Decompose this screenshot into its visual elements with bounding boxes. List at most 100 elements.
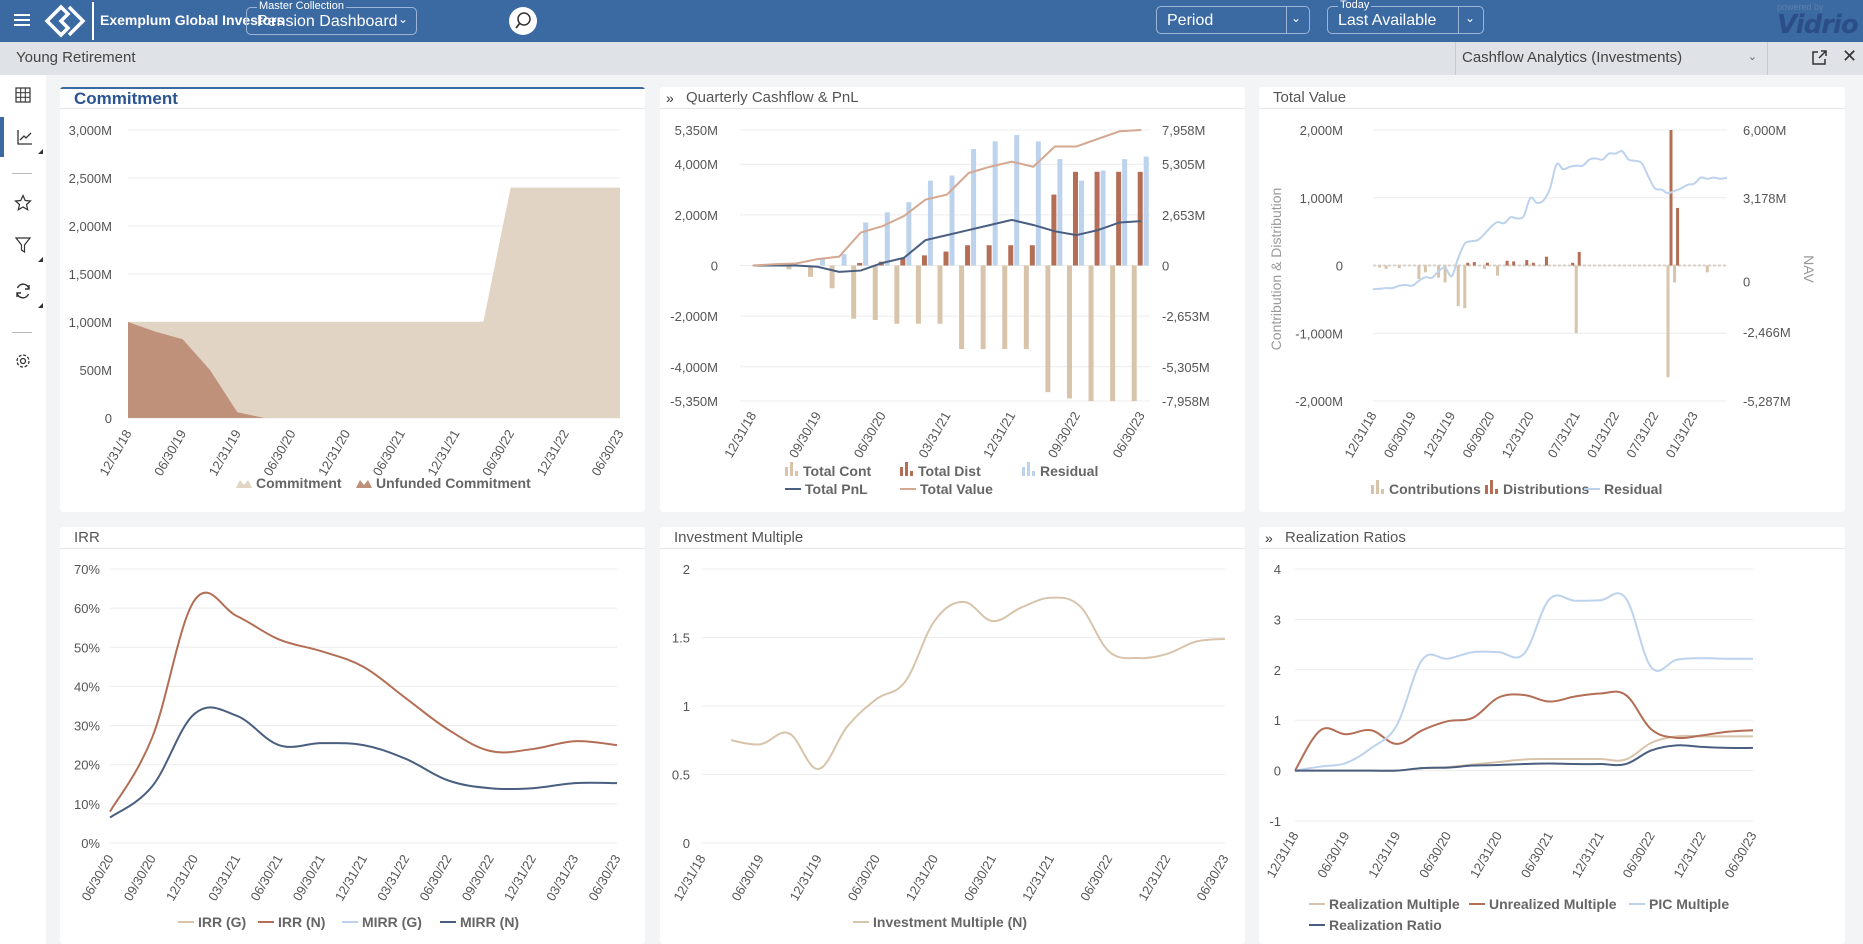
master-collection-select[interactable]: Master Collection Pension Dashboard ⌄ (246, 0, 417, 35)
line-realization-ratio (1295, 744, 1754, 772)
x-tick-label: 12/31/21 (1569, 829, 1607, 880)
x-tick-label: 12/31/18 (1341, 409, 1379, 460)
date-value: Last Available (1338, 12, 1437, 29)
x-tick-label: 09/30/22 (459, 852, 497, 903)
x-tick-label: 06/30/20 (78, 852, 116, 903)
y-tick-label: 70% (74, 562, 100, 577)
total-value-chart: -2,000M -1,000M 0 1,000M 2,000M -5,287M -2,466… (1268, 123, 1817, 497)
period-select[interactable]: Period ⌄ (1156, 6, 1310, 34)
x-tick-label: 12/31/22 (1670, 829, 1708, 880)
expand-icon[interactable]: » (1265, 530, 1273, 546)
legend-bar-swatch (1495, 489, 1498, 494)
y-tick-label-left: -2,000M (1295, 394, 1343, 409)
x-tick-label: 06/30/21 (247, 852, 285, 903)
line-irr-n- (109, 591, 618, 813)
period-value: Period (1167, 12, 1214, 29)
bar-total-cont (980, 265, 986, 350)
x-tick-label: 07/31/22 (1623, 409, 1661, 460)
x-tick-label: 01/31/23 (1663, 409, 1701, 460)
x-tick-label: 06/30/23 (1110, 409, 1148, 460)
chevron-down-icon: ⌄ (397, 12, 408, 26)
x-tick-label: 12/31/20 (315, 427, 353, 478)
y-tick-label: 10% (74, 797, 100, 812)
date-select[interactable]: Today Last Available ⌄ (1327, 0, 1484, 34)
legend-label: Realization Multiple (1329, 896, 1460, 912)
external-link-icon[interactable] (1810, 49, 1828, 67)
nav-favorites[interactable] (0, 183, 46, 223)
x-tick-label: 12/31/20 (163, 852, 201, 903)
x-tick-label: 06/30/22 (1077, 852, 1115, 903)
side-navigation (0, 75, 46, 944)
nav-filter[interactable] (0, 225, 46, 265)
x-tick-label: 12/31/21 (1019, 852, 1057, 903)
panel-title: IRR (74, 529, 100, 546)
search-button[interactable] (509, 7, 537, 35)
x-tick-label: 12/31/19 (787, 852, 825, 903)
y-tick-label: 1,000M (69, 315, 112, 330)
bar-distribution (1485, 262, 1489, 266)
x-tick-label: 03/31/23 (543, 852, 581, 903)
panel-investment-multiple: Investment Multiple 0 0.5 1 1.5 2 12/31/18 06/… (660, 527, 1245, 944)
x-tick-label: 06/30/19 (1314, 829, 1352, 880)
bar-total-cont (872, 265, 878, 320)
bar-contribution (1666, 265, 1670, 378)
nav-settings[interactable] (0, 341, 46, 381)
select-divider (1286, 7, 1287, 33)
irr-chart: 0%10%20%30%40%50%60%70%06/30/20 09/30/20 1… (74, 562, 624, 930)
bar-residual (992, 141, 998, 266)
nav-refresh[interactable] (0, 271, 46, 311)
bar-residual (1122, 159, 1128, 266)
y-tick-label: 1 (1274, 713, 1281, 728)
select-divider (1458, 7, 1459, 33)
bar-total-cont (1131, 265, 1137, 401)
x-tick-label: 07/31/21 (1545, 409, 1583, 460)
x-tick-label: 12/31/18 (96, 427, 134, 478)
y-tick-label-right: -5,305M (1162, 360, 1210, 375)
nav-charts[interactable] (0, 117, 46, 157)
legend-bar-swatch (910, 471, 913, 476)
panel-title: Quarterly Cashflow & PnL (686, 89, 859, 106)
nav-separator (12, 332, 32, 333)
panel-realization-ratios: » Realization Ratios -1 0 1 2 3 4 12/31/18 06/30… (1259, 527, 1845, 944)
y-tick-label-left: 1,000M (1300, 191, 1343, 206)
legend-label: Realization Ratio (1329, 917, 1442, 933)
bar-total-cont (894, 265, 900, 324)
x-tick-label: 12/31/21 (980, 409, 1018, 460)
bar-residual (971, 148, 977, 266)
bar-total-dist (1094, 171, 1100, 266)
x-tick-label: 12/31/20 (1499, 409, 1537, 460)
nav-separator (12, 173, 32, 174)
legend-bar-swatch (1032, 471, 1035, 476)
panel-title: Investment Multiple (674, 529, 804, 546)
view-select[interactable]: Cashflow Analytics (Investments) ⌄ (1455, 42, 1768, 75)
gear-icon (16, 354, 30, 368)
bar-distribution (1525, 260, 1529, 266)
x-tick-label: 12/31/22 (1135, 852, 1173, 903)
close-icon[interactable]: ✕ (1842, 46, 1857, 67)
legend-bar-swatch (1376, 480, 1379, 494)
legend-label: Total PnL (805, 481, 868, 497)
expand-icon[interactable]: » (666, 90, 674, 106)
y-tick-label-left: 4,000M (675, 157, 718, 172)
legend-bar-swatch (905, 462, 908, 476)
panel-header: IRR (60, 527, 645, 549)
panel-title: Commitment (74, 89, 178, 108)
legend-label: Residual (1604, 481, 1662, 497)
x-tick-label: 06/30/23 (588, 427, 626, 478)
legend-bar-swatch (1027, 462, 1030, 476)
legend-label: Residual (1040, 463, 1098, 479)
nav-grid[interactable] (0, 75, 46, 115)
x-tick-label: 06/30/23 (585, 852, 623, 903)
bar-total-dist (1029, 245, 1035, 266)
bar-distribution (1472, 262, 1476, 266)
menu-icon[interactable] (14, 11, 30, 31)
x-tick-label: 06/30/20 (1416, 829, 1454, 880)
x-tick-label: 01/31/22 (1584, 409, 1622, 460)
y-tick-label: 2 (1274, 663, 1281, 678)
x-tick-label: 09/30/20 (121, 852, 159, 903)
sub-header: Young Retirement Cashflow Analytics (Inv… (0, 42, 1863, 75)
y-tick-label-right: -5,287M (1743, 394, 1791, 409)
legend-label: Total Value (920, 481, 993, 497)
bar-residual (863, 222, 869, 266)
panel-header: Commitment (60, 87, 645, 109)
